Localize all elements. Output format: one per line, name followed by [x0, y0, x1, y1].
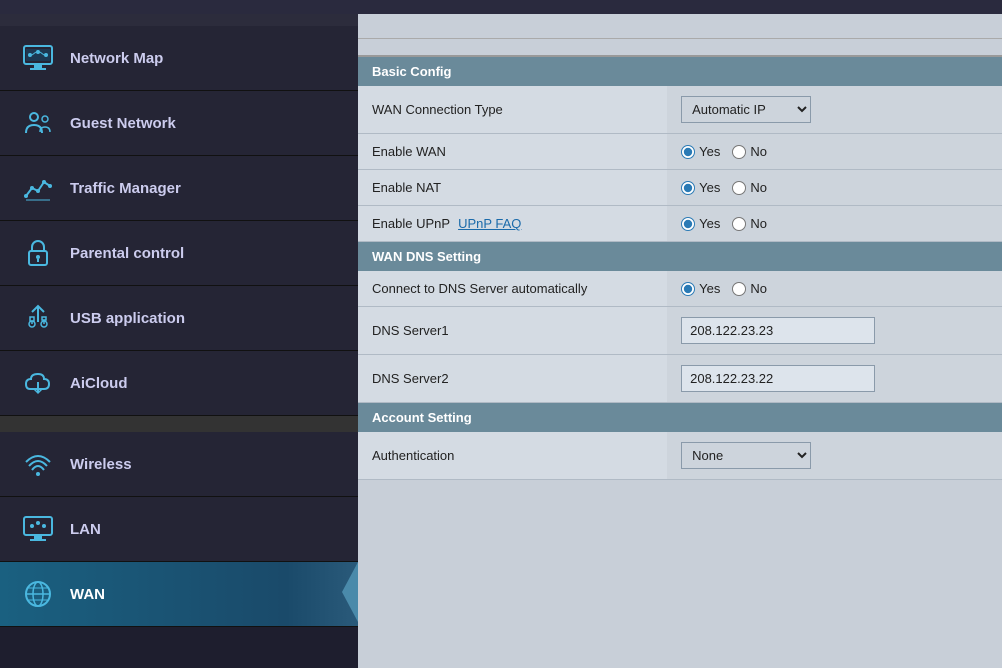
usb-application-icon: [20, 300, 56, 336]
radio-label-enable-nat-yes[interactable]: Yes: [681, 180, 720, 195]
form-row-enable-nat: Enable NAT Yes No: [358, 170, 1002, 206]
radio-label-enable-upnp-no[interactable]: No: [732, 216, 767, 231]
form-row-authentication: Authentication NonePAPCHAP: [358, 432, 1002, 480]
wireless-icon: [20, 446, 56, 482]
section-account-setting: Account SettingAuthentication NonePAPCHAP: [358, 403, 1002, 480]
field-value-enable-nat: Yes No: [667, 170, 1002, 206]
sidebar-item-lan[interactable]: LAN: [0, 497, 358, 562]
sidebar-item-network-map[interactable]: Network Map: [0, 26, 358, 91]
general-section-header: [0, 14, 358, 26]
radio-enable-nat-yes[interactable]: [681, 181, 695, 195]
form-row-dns-server2: DNS Server2: [358, 355, 1002, 403]
sidebar-label-lan: LAN: [70, 521, 101, 538]
radio-connect-dns-auto-yes[interactable]: [681, 282, 695, 296]
section-header-basic-config: Basic Config: [358, 57, 1002, 86]
radio-label-connect-dns-auto-yes[interactable]: Yes: [681, 281, 720, 296]
main-content: Basic ConfigWAN Connection Type Automatic…: [358, 14, 1002, 668]
field-label-enable-upnp: Enable UPnPUPnP FAQ: [358, 206, 667, 242]
sidebar-item-traffic-manager[interactable]: Traffic Manager: [0, 156, 358, 221]
field-label-dns-server2: DNS Server2: [358, 355, 667, 403]
radio-enable-wan-yes[interactable]: [681, 145, 695, 159]
advanced-settings-header: [0, 416, 358, 432]
radio-connect-dns-auto-no[interactable]: [732, 282, 746, 296]
parental-control-icon: [20, 235, 56, 271]
top-header: [0, 0, 1002, 14]
guest-network-icon: [20, 105, 56, 141]
sidebar: Network Map Guest Network Traffic Manage…: [0, 14, 358, 668]
sidebar-label-aicloud: AiCloud: [70, 375, 128, 392]
sidebar-item-parental-control[interactable]: Parental control: [0, 221, 358, 286]
sidebar-label-parental-control: Parental control: [70, 245, 184, 262]
aicloud-icon: [20, 365, 56, 401]
field-value-dns-server2: [667, 355, 1002, 403]
main-container: Network Map Guest Network Traffic Manage…: [0, 14, 1002, 668]
radio-label-enable-nat-no[interactable]: No: [732, 180, 767, 195]
input-dns-server2[interactable]: [681, 365, 875, 392]
sidebar-item-wireless[interactable]: Wireless: [0, 432, 358, 497]
input-dns-server1[interactable]: [681, 317, 875, 344]
sidebar-item-usb-application[interactable]: USB application: [0, 286, 358, 351]
traffic-manager-icon: [20, 170, 56, 206]
form-table-basic-config: WAN Connection Type Automatic IPPPPoEPPTP…: [358, 86, 1002, 242]
sidebar-item-guest-network[interactable]: Guest Network: [0, 91, 358, 156]
radio-group-enable-nat: Yes No: [681, 180, 988, 195]
page-description: [358, 39, 1002, 57]
sidebar-item-aicloud[interactable]: AiCloud: [0, 351, 358, 416]
radio-label-enable-wan-yes[interactable]: Yes: [681, 144, 720, 159]
field-value-wan-connection-type: Automatic IPPPPoEPPTPL2TPStatic IP: [667, 86, 1002, 134]
field-label-enable-wan: Enable WAN: [358, 134, 667, 170]
sidebar-label-usb-application: USB application: [70, 310, 185, 327]
upnp-faq-link[interactable]: UPnP FAQ: [458, 216, 521, 231]
sidebar-label-network-map: Network Map: [70, 50, 163, 67]
sidebar-label-wireless: Wireless: [70, 456, 132, 473]
sidebar-item-wan[interactable]: WAN: [0, 562, 358, 627]
radio-group-enable-wan: Yes No: [681, 144, 988, 159]
wan-icon: [20, 576, 56, 612]
radio-enable-upnp-yes[interactable]: [681, 217, 695, 231]
field-value-authentication: NonePAPCHAP: [667, 432, 1002, 480]
radio-label-enable-wan-no[interactable]: No: [732, 144, 767, 159]
field-value-enable-upnp: Yes No: [667, 206, 1002, 242]
field-value-dns-server1: [667, 307, 1002, 355]
form-row-connect-dns-auto: Connect to DNS Server automatically Yes No: [358, 271, 1002, 307]
form-row-enable-wan: Enable WAN Yes No: [358, 134, 1002, 170]
radio-group-enable-upnp: Yes No: [681, 216, 988, 231]
form-row-dns-server1: DNS Server1: [358, 307, 1002, 355]
network-map-icon: [20, 40, 56, 76]
field-label-dns-server1: DNS Server1: [358, 307, 667, 355]
sidebar-label-wan: WAN: [70, 586, 105, 603]
field-label-enable-nat: Enable NAT: [358, 170, 667, 206]
radio-enable-nat-no[interactable]: [732, 181, 746, 195]
radio-label-connect-dns-auto-no[interactable]: No: [732, 281, 767, 296]
field-label-wan-connection-type: WAN Connection Type: [358, 86, 667, 134]
section-basic-config: Basic ConfigWAN Connection Type Automatic…: [358, 57, 1002, 242]
form-table-account-setting: Authentication NonePAPCHAP: [358, 432, 1002, 480]
select-wan-connection-type[interactable]: Automatic IPPPPoEPPTPL2TPStatic IP: [681, 96, 811, 123]
form-row-wan-connection-type: WAN Connection Type Automatic IPPPPoEPPTP…: [358, 86, 1002, 134]
field-value-connect-dns-auto: Yes No: [667, 271, 1002, 307]
radio-enable-wan-no[interactable]: [732, 145, 746, 159]
radio-group-connect-dns-auto: Yes No: [681, 281, 988, 296]
section-wan-dns-setting: WAN DNS SettingConnect to DNS Server aut…: [358, 242, 1002, 403]
section-header-wan-dns-setting: WAN DNS Setting: [358, 242, 1002, 271]
form-table-wan-dns-setting: Connect to DNS Server automatically Yes No…: [358, 271, 1002, 403]
field-value-enable-wan: Yes No: [667, 134, 1002, 170]
sidebar-label-traffic-manager: Traffic Manager: [70, 180, 181, 197]
page-title: [358, 14, 1002, 39]
select-authentication[interactable]: NonePAPCHAP: [681, 442, 811, 469]
lan-icon: [20, 511, 56, 547]
field-label-authentication: Authentication: [358, 432, 667, 480]
radio-label-enable-upnp-yes[interactable]: Yes: [681, 216, 720, 231]
section-header-account-setting: Account Setting: [358, 403, 1002, 432]
content-area: Basic ConfigWAN Connection Type Automatic…: [358, 57, 1002, 668]
form-row-enable-upnp: Enable UPnPUPnP FAQ Yes No: [358, 206, 1002, 242]
radio-enable-upnp-no[interactable]: [732, 217, 746, 231]
field-label-connect-dns-auto: Connect to DNS Server automatically: [358, 271, 667, 307]
sidebar-label-guest-network: Guest Network: [70, 115, 176, 132]
